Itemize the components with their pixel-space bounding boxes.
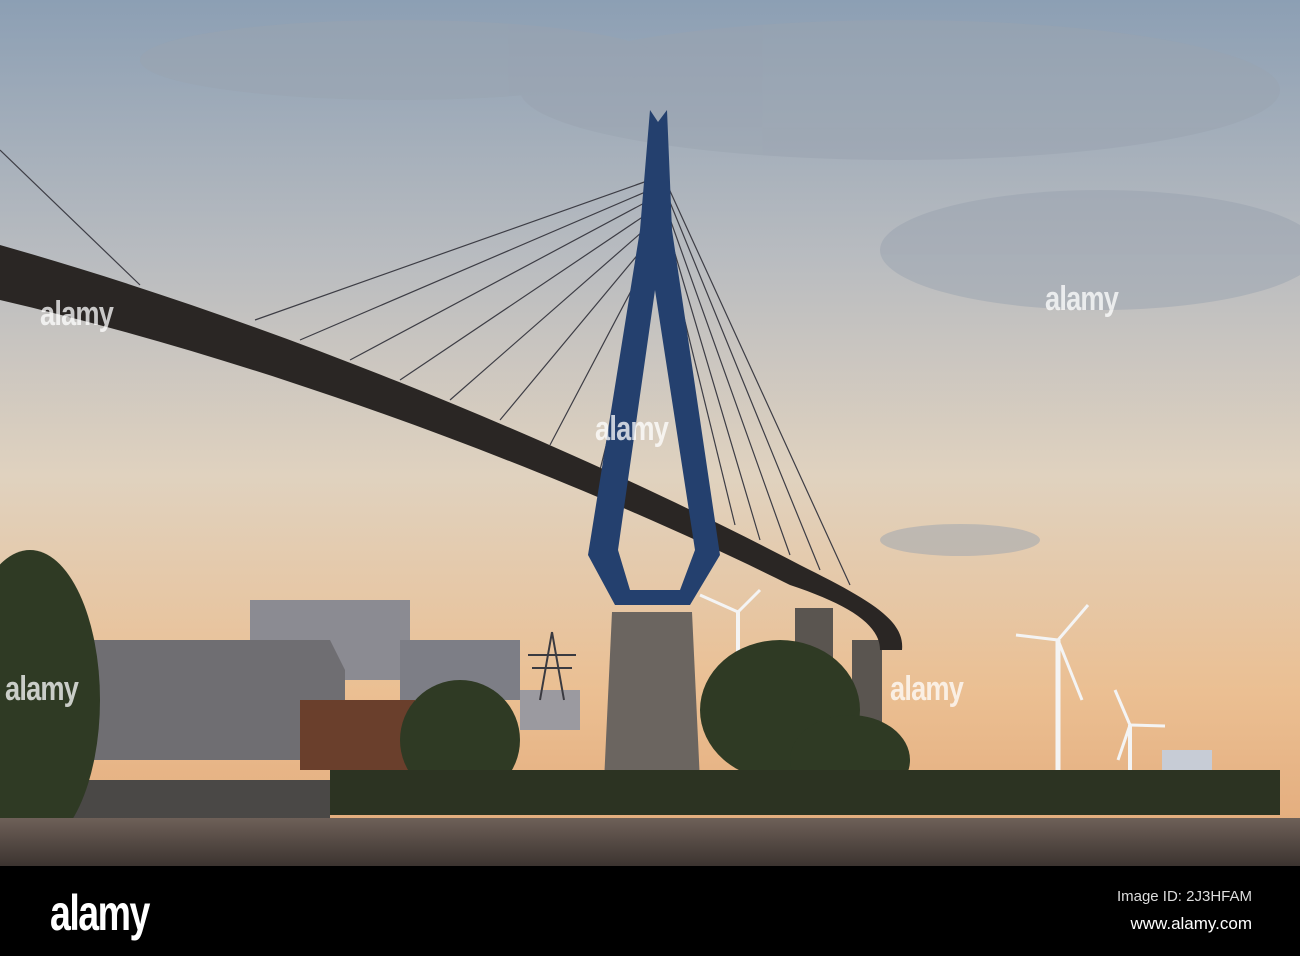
image-id: Image ID: 2J3HFAM — [1116, 888, 1252, 905]
watermark: alamy — [595, 410, 669, 448]
footer-bar: alamy Image ID: 2J3HFAM www.alamy.com — [0, 866, 1300, 956]
watermark: alamy — [890, 670, 964, 708]
watermark: alamy — [5, 670, 79, 708]
main-pier — [604, 612, 700, 782]
alamy-logo: alamy — [50, 885, 150, 941]
watermark: alamy — [40, 295, 114, 333]
river-water — [0, 818, 1300, 866]
photo-frame: alamy alamy alamy alamy alamy alamy Imag… — [0, 0, 1300, 956]
watermark: alamy — [1045, 280, 1119, 318]
website-link: www.alamy.com — [1130, 914, 1252, 933]
